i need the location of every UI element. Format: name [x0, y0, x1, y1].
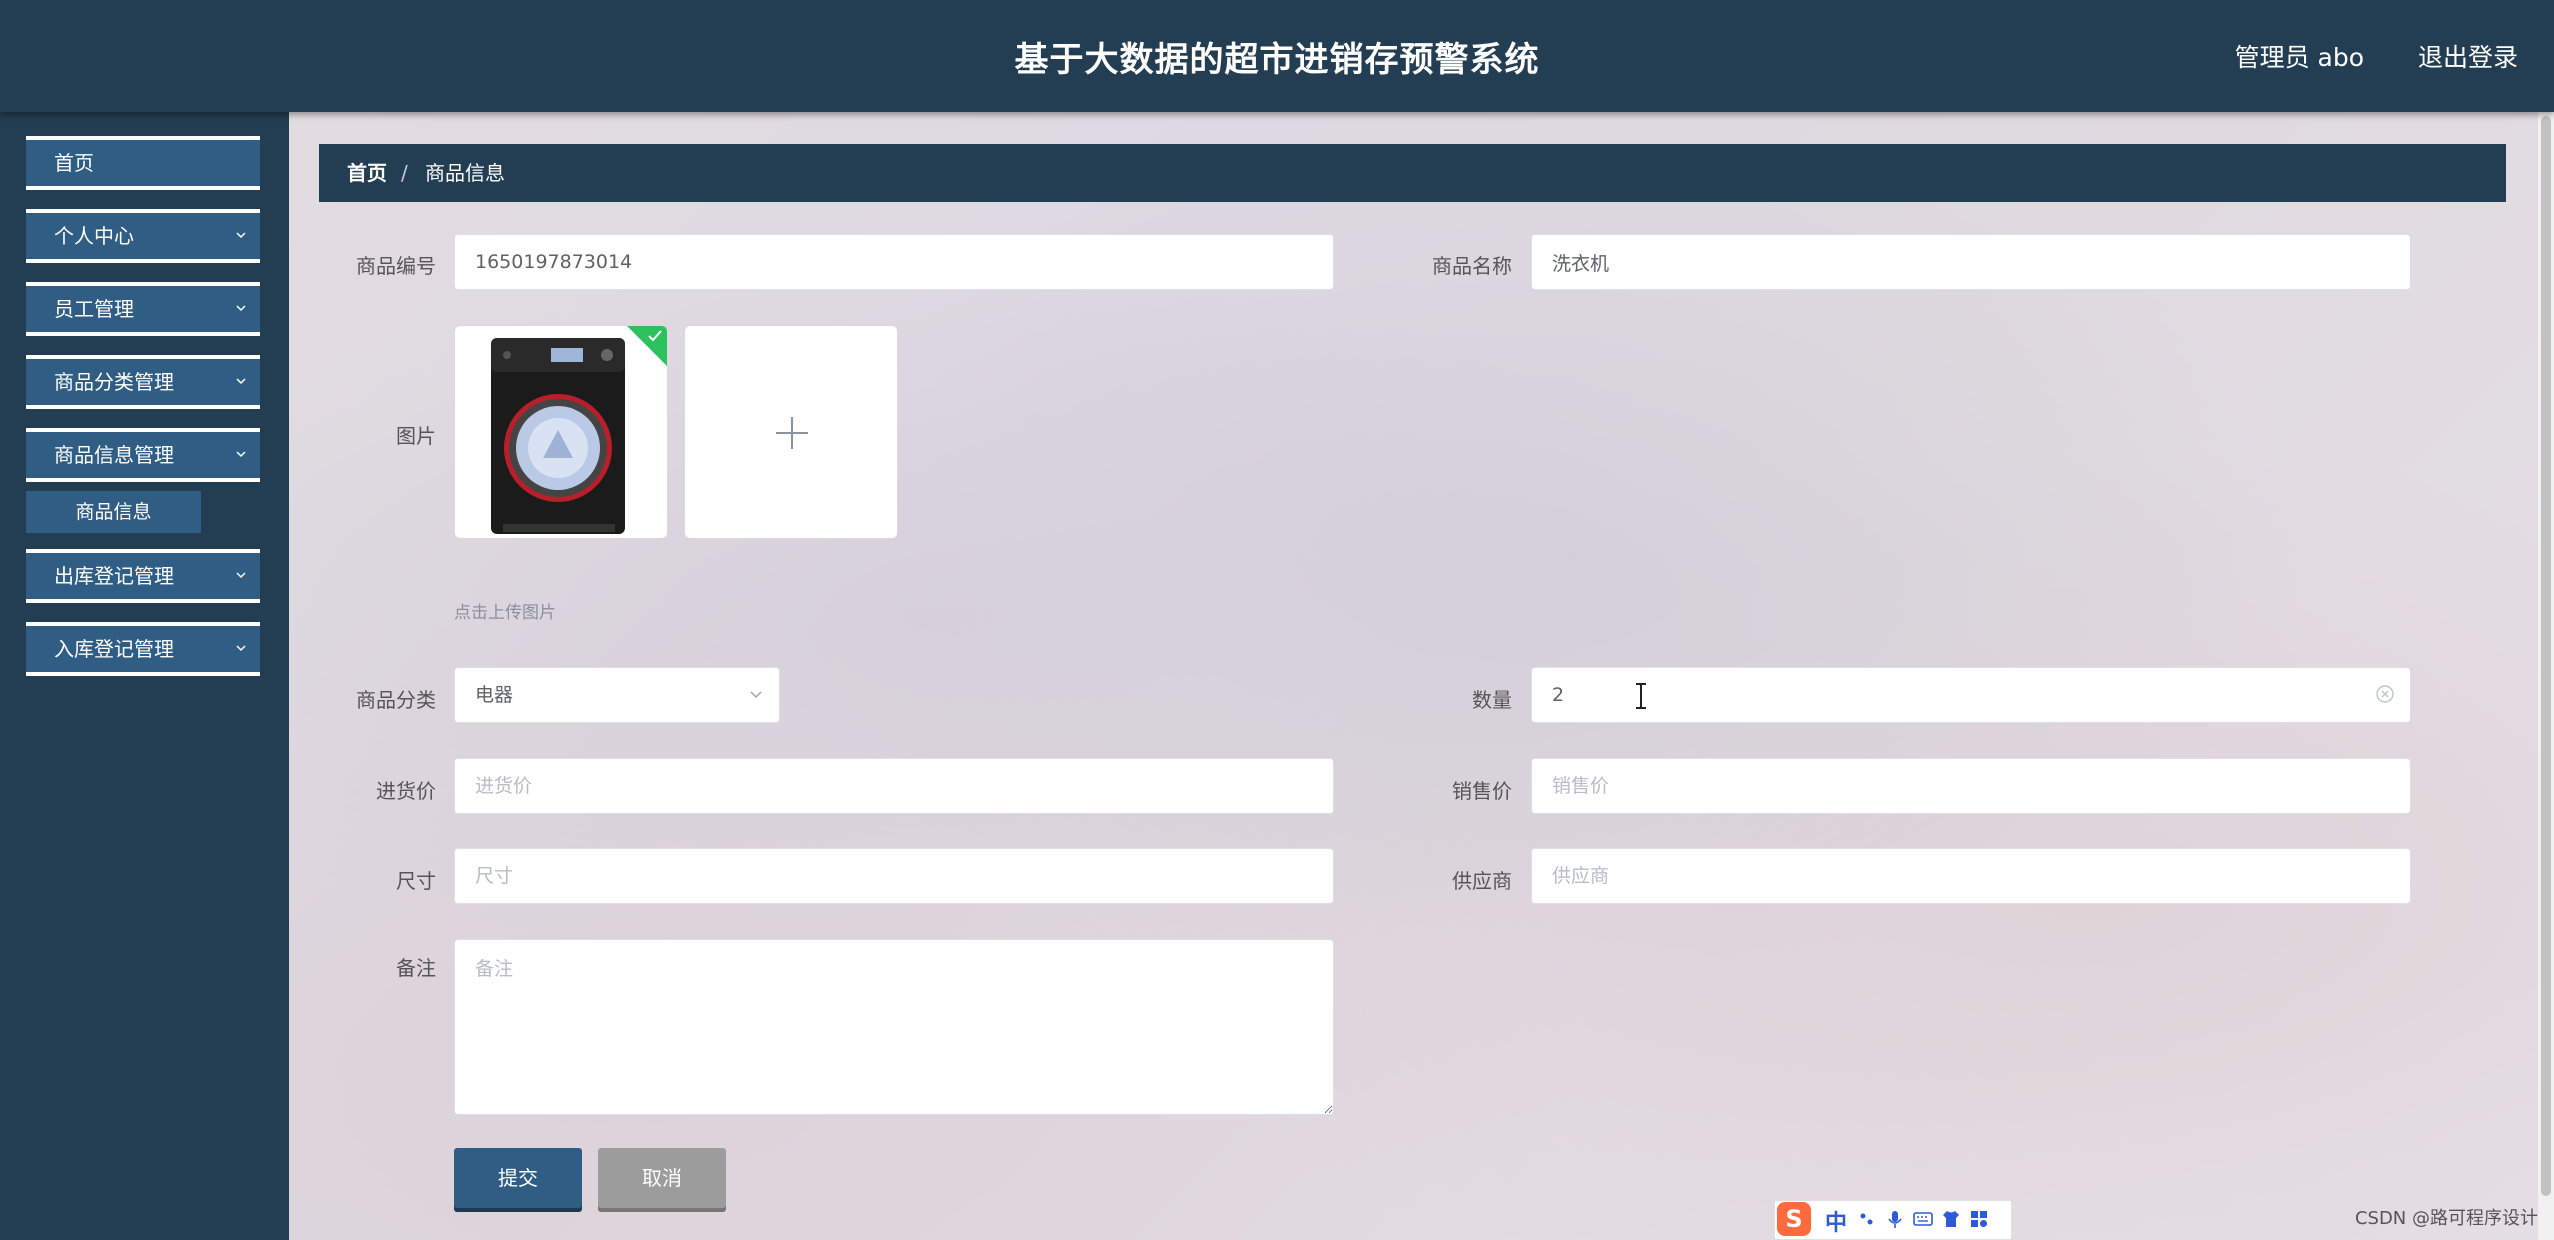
top-header: 基于大数据的超市进销存预警系统 管理员 abo 退出登录: [0, 0, 2554, 112]
current-user: 管理员 abo: [2234, 43, 2364, 72]
ime-logo: S: [1777, 1202, 1811, 1236]
ime-mode[interactable]: 中: [1825, 1205, 1847, 1237]
chevron-down-icon: [236, 572, 246, 579]
category-label: 商品分类: [356, 688, 436, 712]
name-label: 商品名称: [1432, 254, 1512, 278]
size-label: 尺寸: [396, 869, 436, 893]
quantity-label: 数量: [1472, 688, 1512, 712]
image-label: 图片: [396, 424, 436, 448]
sidebar-subitem-goods-info[interactable]: 商品信息: [26, 491, 201, 533]
keyboard-icon[interactable]: [1913, 1209, 1933, 1229]
scrollbar-thumb[interactable]: [2541, 116, 2551, 1196]
supplier-input[interactable]: [1531, 848, 2411, 904]
breadcrumb-current: 商品信息: [425, 161, 505, 185]
breadcrumb: 首页 / 商品信息: [319, 144, 2506, 202]
plus-icon: [776, 417, 808, 449]
purchase-price-label: 进货价: [376, 779, 436, 803]
text-cursor-icon: [1636, 683, 1646, 709]
sidebar-item-label: 入库登记管理: [54, 637, 174, 661]
code-input[interactable]: [454, 234, 1334, 290]
quantity-input[interactable]: [1531, 667, 2411, 723]
chevron-down-icon: [236, 305, 246, 312]
ime-toolbar[interactable]: S 中: [1774, 1200, 2012, 1240]
upload-tip: 点击上传图片: [454, 603, 556, 623]
uploaded-image[interactable]: [454, 325, 668, 539]
sidebar-item-staff[interactable]: 员工管理: [26, 282, 260, 336]
sidebar-item-label: 员工管理: [54, 297, 134, 321]
logout-link[interactable]: 退出登录: [2418, 38, 2518, 74]
sidebar-item-category[interactable]: 商品分类管理: [26, 355, 260, 409]
upload-trigger[interactable]: [684, 325, 898, 539]
watermark: CSDN @路可程序设计: [2354, 1208, 2538, 1229]
size-input[interactable]: [454, 848, 1334, 904]
sidebar-item-home[interactable]: 首页: [26, 136, 260, 190]
supplier-label: 供应商: [1452, 869, 1512, 893]
app-title: 基于大数据的超市进销存预警系统: [1014, 40, 1540, 80]
breadcrumb-separator: /: [401, 161, 408, 185]
microphone-icon[interactable]: [1885, 1209, 1905, 1229]
sidebar-item-personal-center[interactable]: 个人中心: [26, 209, 260, 263]
sidebar-item-label: 个人中心: [54, 224, 134, 248]
circle-close-icon[interactable]: [2375, 684, 2395, 704]
punctuation-icon[interactable]: [1857, 1209, 1877, 1229]
scrollbar[interactable]: [2538, 112, 2554, 1240]
sidebar-item-outbound[interactable]: 出库登记管理: [26, 549, 260, 603]
sidebar-item-inbound[interactable]: 入库登记管理: [26, 622, 260, 676]
sale-price-input[interactable]: [1531, 758, 2411, 814]
name-input[interactable]: [1531, 234, 2411, 290]
chevron-down-icon: [236, 451, 246, 458]
sidebar-item-label: 商品分类管理: [54, 370, 174, 394]
chevron-down-icon: [750, 691, 762, 699]
chevron-down-icon: [236, 378, 246, 385]
sidebar-item-label: 首页: [54, 151, 94, 175]
chevron-down-icon: [236, 232, 246, 239]
sale-price-label: 销售价: [1452, 779, 1512, 803]
sidebar-item-label: 出库登记管理: [54, 564, 174, 588]
category-select[interactable]: 电器: [454, 667, 780, 723]
toolbox-grid-icon[interactable]: [1969, 1209, 1989, 1229]
purchase-price-input[interactable]: [454, 758, 1334, 814]
sidebar-item-goods[interactable]: 商品信息管理: [26, 428, 260, 482]
check-icon: [648, 330, 662, 342]
submit-button[interactable]: 提交: [454, 1148, 582, 1208]
sidebar-item-label: 商品信息管理: [54, 443, 174, 467]
cancel-button[interactable]: 取消: [598, 1148, 726, 1208]
code-label: 商品编号: [356, 254, 436, 278]
breadcrumb-home[interactable]: 首页: [347, 144, 387, 202]
skin-shirt-icon[interactable]: [1941, 1209, 1961, 1229]
note-textarea[interactable]: [454, 939, 1334, 1115]
category-selected-value: 电器: [475, 684, 514, 706]
note-label: 备注: [396, 956, 436, 980]
chevron-down-icon: [236, 645, 246, 652]
